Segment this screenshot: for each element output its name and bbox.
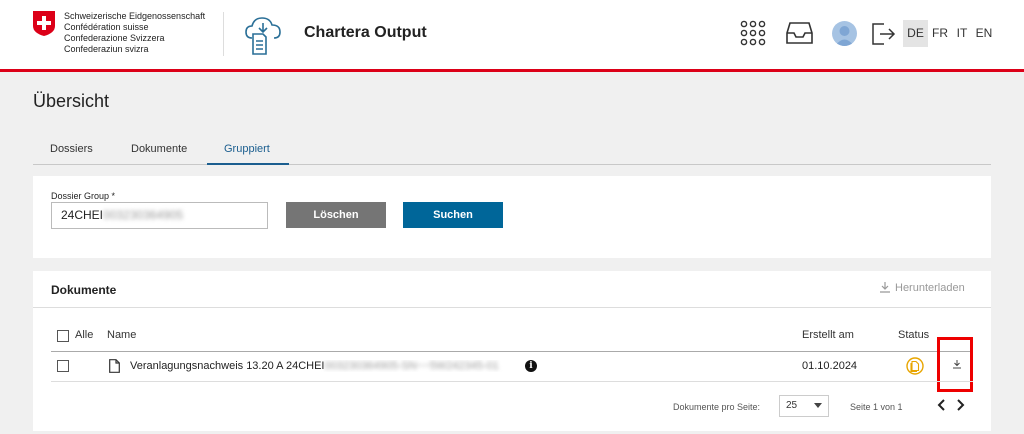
inbox-icon[interactable] xyxy=(786,21,813,45)
download-icon xyxy=(953,360,961,369)
per-page-value: 25 xyxy=(786,400,798,411)
page-title: Übersicht xyxy=(33,91,110,111)
download-all-label: Herunterladen xyxy=(895,282,965,294)
document-name-visible: Veranlagungsnachweis 13.20 A 24CHEI xyxy=(130,360,325,372)
dossier-group-value: 24CHEI xyxy=(61,208,104,222)
document-name[interactable]: Veranlagungsnachweis 13.20 A 24CHEI00323… xyxy=(130,360,512,372)
per-page-select[interactable]: 25 xyxy=(779,395,829,417)
swiss-flag-icon xyxy=(33,11,55,36)
column-name[interactable]: Name xyxy=(107,329,136,341)
confed-line-rm: Confederaziun svizra xyxy=(64,44,149,54)
language-en[interactable]: EN xyxy=(974,20,994,47)
chevron-down-icon xyxy=(814,403,822,408)
apps-grid-icon[interactable] xyxy=(740,20,766,46)
language-it[interactable]: IT xyxy=(953,20,971,47)
document-status-icon xyxy=(906,357,924,375)
tab-dossiers[interactable]: Dossiers xyxy=(50,143,93,155)
dossier-group-input[interactable]: 24CHEI003230364905 xyxy=(51,202,268,229)
table-row-line xyxy=(51,381,973,382)
column-status[interactable]: Status xyxy=(898,329,929,341)
download-all-button[interactable]: Herunterladen xyxy=(879,281,965,294)
select-all-checkbox[interactable] xyxy=(57,330,69,342)
row-download-button[interactable] xyxy=(937,337,973,392)
document-created-date: 01.10.2024 xyxy=(802,360,858,372)
user-avatar[interactable] xyxy=(832,21,857,46)
dossier-group-redacted: 003230364905 xyxy=(103,208,184,222)
document-name-redacted: 003230364905-SN~~5W242345-01 xyxy=(324,360,499,372)
user-icon xyxy=(835,26,854,46)
previous-page-icon[interactable] xyxy=(935,397,949,413)
search-button[interactable]: Suchen xyxy=(403,202,503,228)
clear-button[interactable]: Löschen xyxy=(286,202,386,228)
tab-bar: Dossiers Dokumente Gruppiert xyxy=(33,137,991,165)
row-checkbox[interactable] xyxy=(57,360,69,372)
page-info: Seite 1 von 1 xyxy=(850,402,903,412)
per-page-label: Dokumente pro Seite: xyxy=(673,402,761,412)
documents-title: Dokumente xyxy=(51,283,117,297)
confederation-wordmark: Schweizerische Eidgenossenschaft Confédé… xyxy=(64,11,205,55)
tab-gruppiert[interactable]: Gruppiert xyxy=(207,143,289,165)
tab-dokumente[interactable]: Dokumente xyxy=(131,143,187,155)
header-divider xyxy=(223,12,224,56)
download-icon xyxy=(880,282,890,293)
language-de[interactable]: DE xyxy=(903,20,928,47)
cloud-document-icon xyxy=(245,17,281,55)
app-title: Chartera Output xyxy=(304,24,427,41)
column-created[interactable]: Erstellt am xyxy=(802,329,854,341)
confed-line-it: Confederazione Svizzera xyxy=(64,33,165,43)
confed-line-de: Schweizerische Eidgenossenschaft xyxy=(64,11,206,21)
confed-line-fr: Confédération suisse xyxy=(64,22,149,32)
language-fr[interactable]: FR xyxy=(930,20,950,47)
file-icon xyxy=(109,359,120,373)
dossier-group-label: Dossier Group * xyxy=(51,191,116,201)
next-page-icon[interactable] xyxy=(953,397,967,413)
documents-divider xyxy=(33,307,991,308)
documents-panel: Dokumente Herunterladen Alle Name Erstel… xyxy=(33,271,991,431)
app-header: Schweizerische Eidgenossenschaft Confédé… xyxy=(0,0,1024,72)
select-all-label: Alle xyxy=(75,329,94,341)
logout-icon[interactable] xyxy=(872,23,896,45)
info-icon[interactable]: i xyxy=(525,360,537,372)
search-panel: Dossier Group * 24CHEI003230364905 Lösch… xyxy=(33,176,991,258)
table-header-line xyxy=(51,351,973,352)
